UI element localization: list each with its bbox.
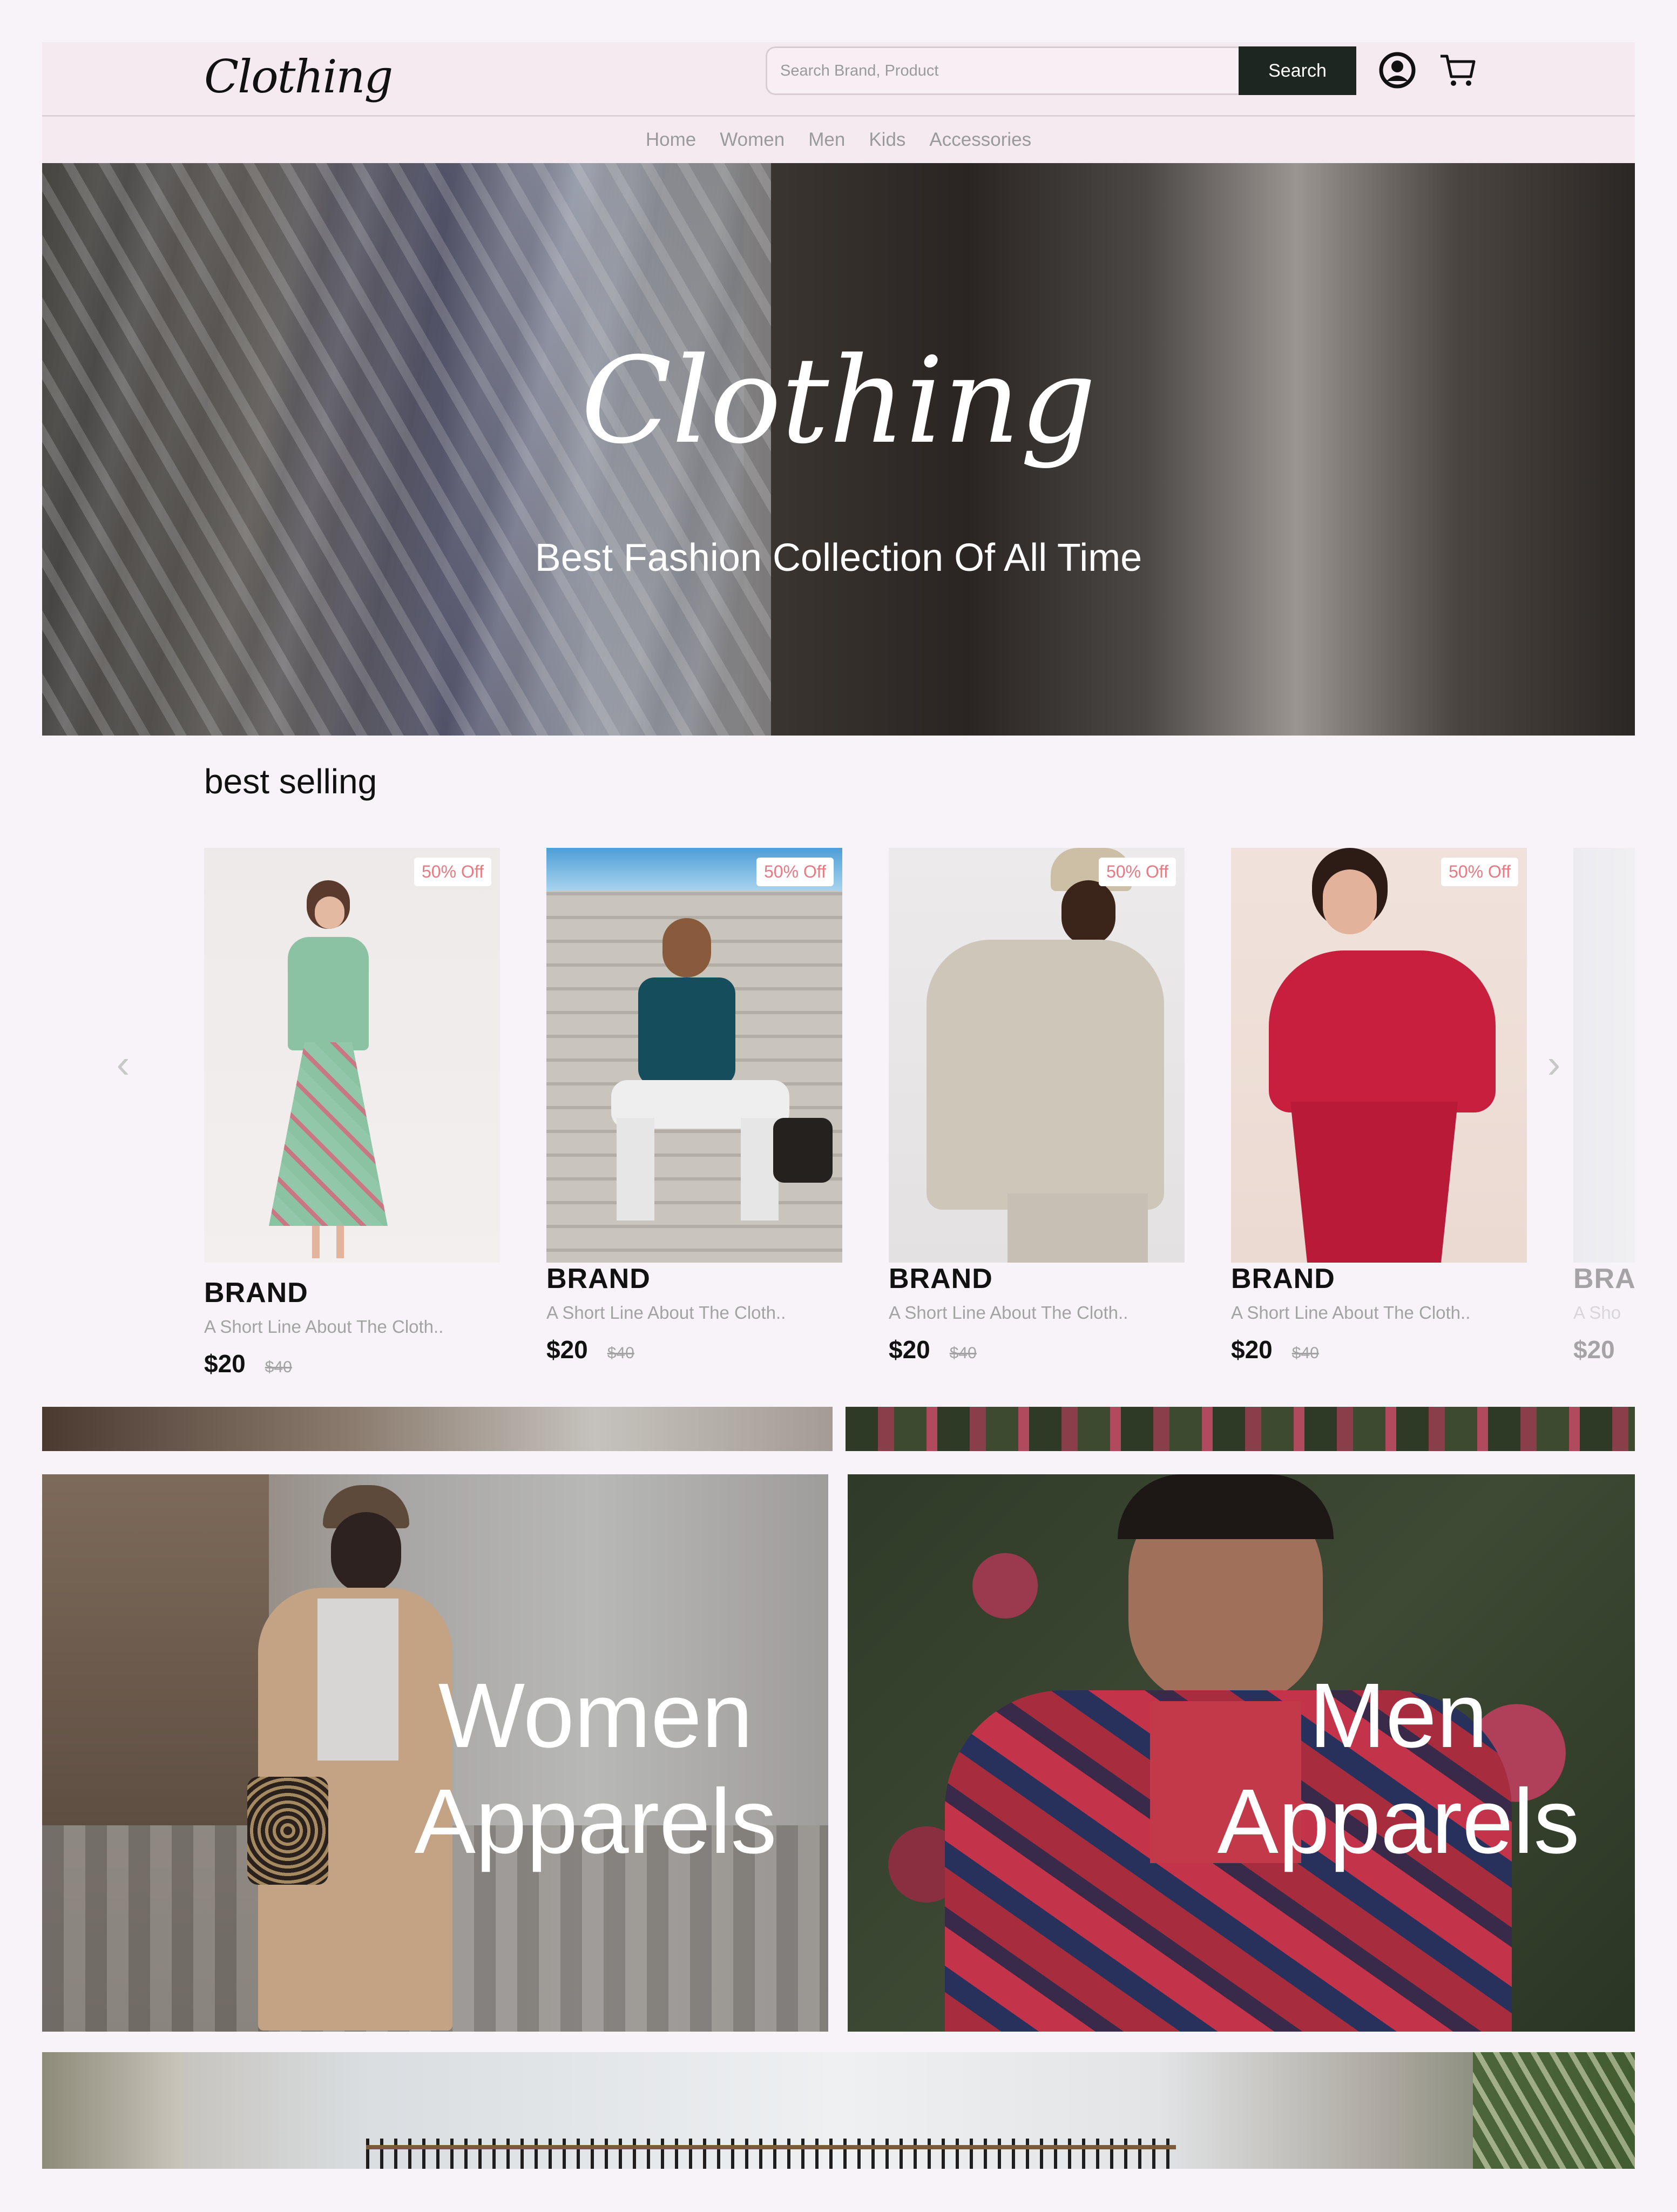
product-card[interactable] — [1573, 848, 1635, 1263]
product-brand: BRAND — [889, 1263, 993, 1294]
women-line1: Women — [438, 1664, 753, 1767]
product-info: BRA A Sho $20 — [1573, 1263, 1635, 1364]
women-category-banner[interactable]: Women Apparels — [42, 1474, 828, 2032]
product-image[interactable]: 50% Off — [204, 848, 500, 1263]
main-nav: Home Women Men Kids Accessories — [42, 117, 1635, 163]
product-brand: BRAND — [204, 1277, 308, 1309]
hero-banner: Clothing Best Fashion Collection Of All … — [42, 163, 1635, 736]
current-price: $20 — [204, 1350, 246, 1377]
current-price: $20 — [889, 1336, 930, 1364]
men-category-label: Men Apparels — [1182, 1663, 1614, 1874]
product-description: A Short Line About The Cloth.. — [204, 1317, 444, 1337]
product-description: A Short Line About The Cloth.. — [1231, 1303, 1471, 1323]
nav-women[interactable]: Women — [720, 129, 785, 151]
current-price: $20 — [1573, 1336, 1615, 1364]
product-info: BRAND A Short Line About The Cloth.. $20… — [1231, 1263, 1527, 1364]
product-brand: BRA — [1573, 1263, 1635, 1294]
product-image[interactable] — [1573, 848, 1635, 1263]
accessories-banner[interactable] — [42, 2052, 1635, 2169]
product-image[interactable]: 50% Off — [889, 848, 1185, 1263]
discount-badge: 50% Off — [1098, 858, 1176, 886]
current-price: $20 — [1231, 1336, 1273, 1364]
site-logo[interactable]: Clothing — [204, 42, 393, 117]
chevron-right-icon[interactable]: › — [1538, 1044, 1570, 1084]
men-banner-strip[interactable] — [846, 1407, 1635, 1451]
product-card[interactable]: 50% Off — [546, 848, 842, 1263]
men-line1: Men — [1309, 1664, 1488, 1767]
search-input[interactable] — [766, 46, 1246, 95]
current-price: $20 — [546, 1336, 588, 1364]
old-price: $40 — [949, 1344, 977, 1362]
old-price: $40 — [1291, 1344, 1319, 1362]
hero-subtitle: Best Fashion Collection Of All Time — [535, 536, 1142, 579]
men-line2: Apparels — [1217, 1770, 1580, 1873]
product-description: A Short Line About The Cloth.. — [889, 1303, 1128, 1323]
product-info: BRAND A Short Line About The Cloth.. $20… — [546, 1263, 842, 1364]
men-category-banner[interactable]: Men Apparels — [848, 1474, 1635, 2032]
search-button[interactable]: Search — [1239, 46, 1356, 95]
nav-accessories[interactable]: Accessories — [929, 129, 1031, 151]
product-image[interactable]: 50% Off — [1231, 848, 1527, 1263]
women-banner-strip[interactable] — [42, 1407, 833, 1451]
nav-home[interactable]: Home — [646, 129, 696, 151]
product-price: $20 $40 — [889, 1335, 1185, 1364]
old-price: $40 — [265, 1358, 292, 1376]
product-brand: BRAND — [546, 1263, 651, 1294]
chevron-left-icon[interactable]: ‹ — [107, 1044, 139, 1084]
cart-icon[interactable] — [1436, 49, 1479, 92]
old-price: $40 — [607, 1344, 634, 1362]
discount-badge: 50% Off — [1441, 858, 1518, 886]
product-price: $20 $40 — [1231, 1335, 1527, 1364]
product-image[interactable]: 50% Off — [546, 848, 842, 1263]
women-category-label: Women Apparels — [366, 1663, 825, 1874]
product-price: $20 $40 — [204, 1349, 500, 1377]
discount-badge: 50% Off — [414, 858, 491, 886]
product-description: A Short Line About The Cloth.. — [546, 1303, 786, 1323]
section-title: best selling — [204, 762, 377, 801]
product-price: $20 — [1573, 1335, 1635, 1364]
hero-title: Clothing — [580, 332, 1097, 470]
product-description: A Sho — [1573, 1303, 1621, 1323]
product-info: BRAND A Short Line About The Cloth.. $20… — [889, 1263, 1185, 1364]
product-card[interactable]: 50% Off — [1231, 848, 1527, 1263]
nav-kids[interactable]: Kids — [869, 129, 905, 151]
product-price: $20 $40 — [546, 1335, 842, 1364]
discount-badge: 50% Off — [756, 858, 834, 886]
user-icon[interactable] — [1376, 49, 1419, 92]
nav-men[interactable]: Men — [808, 129, 845, 151]
product-card[interactable]: 50% Off — [889, 848, 1185, 1263]
site-header: Clothing Search — [42, 42, 1635, 117]
product-brand: BRAND — [1231, 1263, 1335, 1294]
product-card[interactable]: 50% Off BRAND A Short Line About The Clo… — [204, 848, 500, 1377]
women-line2: Apparels — [414, 1770, 777, 1873]
